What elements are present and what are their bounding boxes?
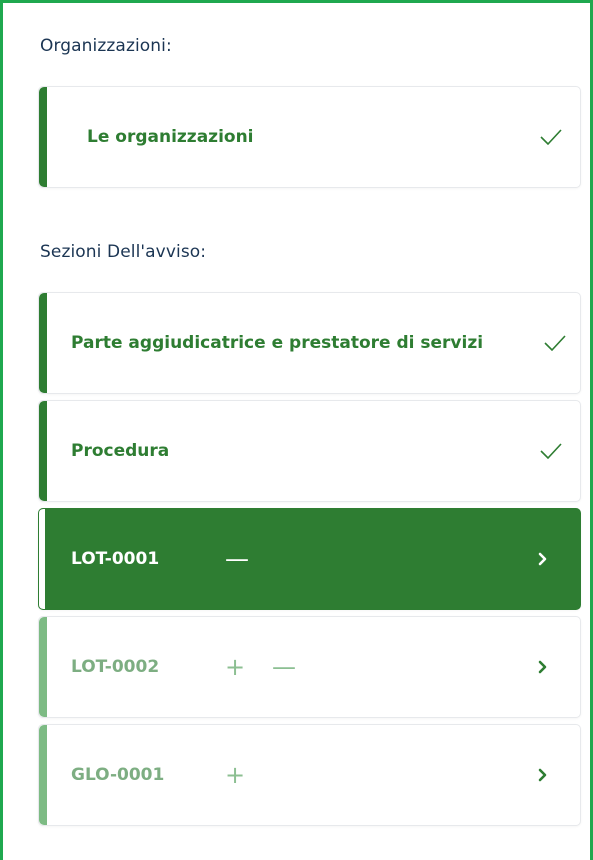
card-accent-bar <box>39 401 47 501</box>
chevron-right-icon[interactable] <box>538 552 548 566</box>
section-item-label: Procedura <box>71 441 170 461</box>
lot-item-glo-0001[interactable]: GLO-0001 + <box>38 724 581 826</box>
section-item-label: Parte aggiudicatrice e prestatore di ser… <box>71 333 484 353</box>
add-lot-button[interactable]: + <box>225 655 245 679</box>
check-icon <box>540 443 562 459</box>
organizations-item[interactable]: Le organizzazioni <box>38 86 581 188</box>
check-icon <box>544 335 566 351</box>
panel-frame: Organizzazioni: Le organizzazioni Sezion… <box>0 0 593 860</box>
lot-item-label: LOT-0002 <box>71 657 160 677</box>
card-accent-bar <box>39 293 47 393</box>
lot-item-lot-0002[interactable]: LOT-0002 + — <box>38 616 581 718</box>
lot-item-label: GLO-0001 <box>71 765 165 785</box>
lot-item-lot-0001[interactable]: LOT-0001 — <box>38 508 581 610</box>
card-accent-bar <box>39 617 47 717</box>
check-icon <box>540 129 562 145</box>
card-accent-bar <box>39 509 46 609</box>
chevron-right-icon[interactable] <box>538 660 548 674</box>
chevron-right-icon[interactable] <box>538 768 548 782</box>
sections-heading: Sezioni Dell'avviso: <box>40 242 207 262</box>
card-accent-bar <box>39 87 47 187</box>
organizations-heading: Organizzazioni: <box>40 36 172 56</box>
remove-lot-button[interactable]: — <box>225 547 249 571</box>
lot-item-label: LOT-0001 <box>71 549 160 569</box>
remove-lot-button[interactable]: — <box>272 655 296 679</box>
card-accent-bar <box>39 725 47 825</box>
section-item-procedure[interactable]: Procedura <box>38 400 581 502</box>
section-item-contracting-party[interactable]: Parte aggiudicatrice e prestatore di ser… <box>38 292 581 394</box>
organizations-item-label: Le organizzazioni <box>87 127 254 147</box>
add-lot-button[interactable]: + <box>225 763 245 787</box>
